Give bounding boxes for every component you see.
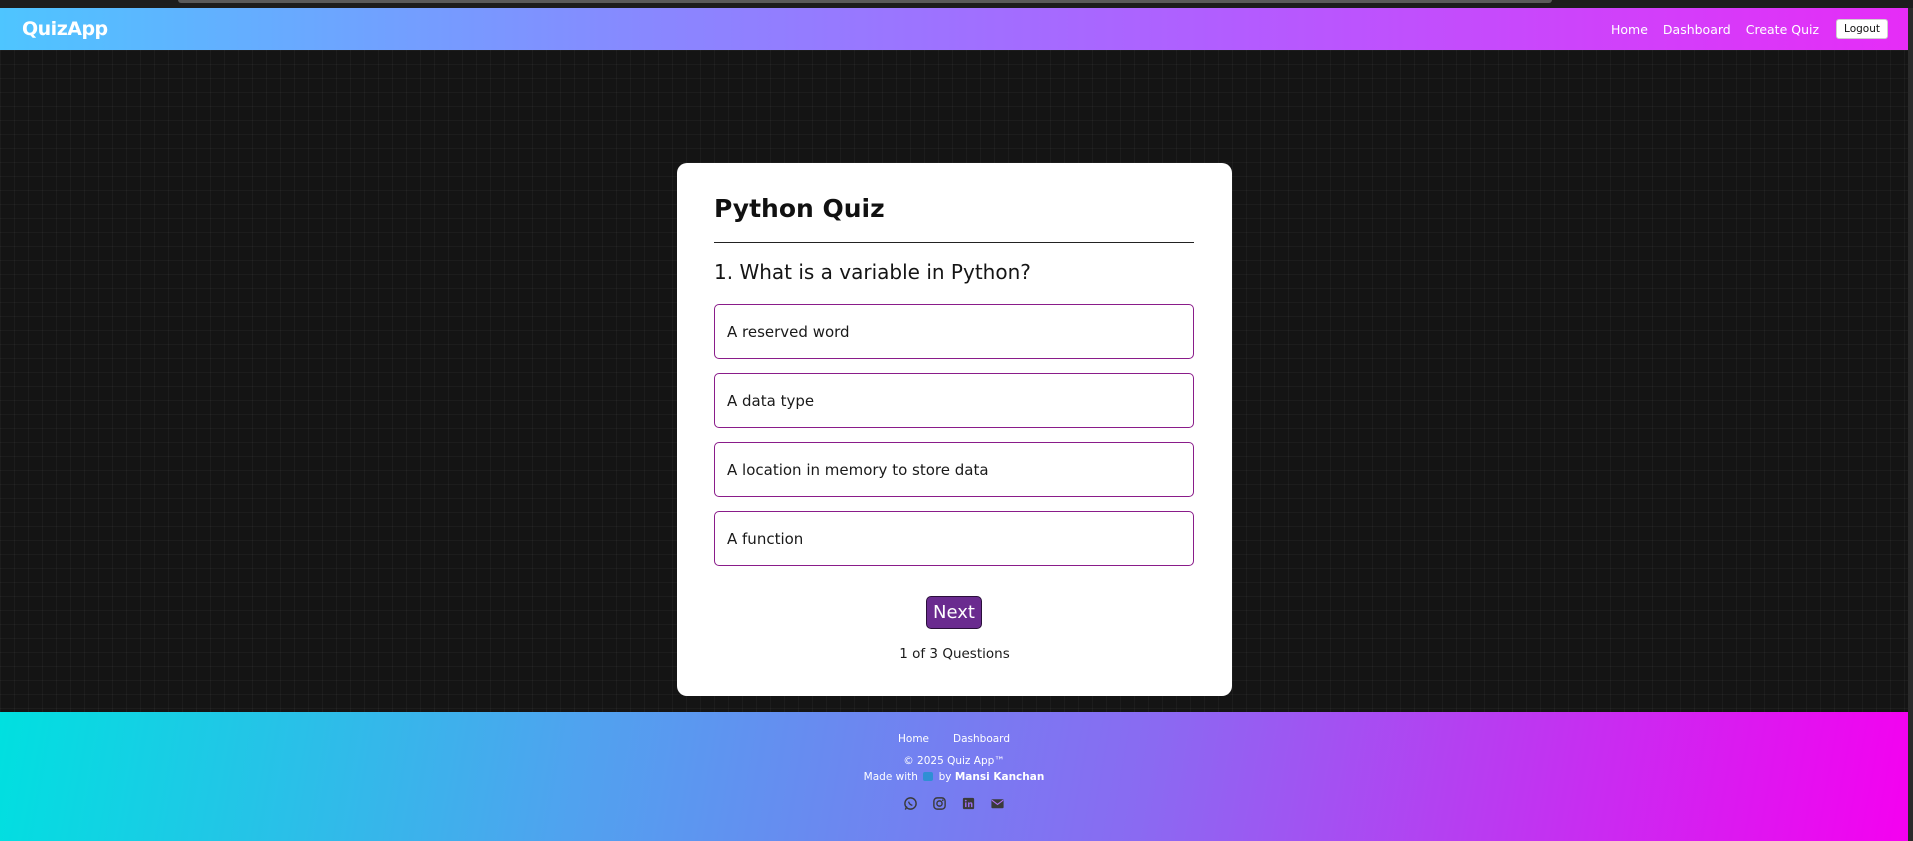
social-links bbox=[0, 796, 1908, 811]
made-with-line: Made with by Mansi Kanchan bbox=[0, 771, 1908, 783]
quiz-card: Python Quiz 1. What is a variable in Pyt… bbox=[677, 163, 1232, 696]
nav-link-home[interactable]: Home bbox=[1611, 22, 1648, 37]
option-4[interactable]: A function bbox=[714, 511, 1194, 566]
options-list: A reserved word A data type A location i… bbox=[714, 304, 1194, 580]
nav-link-dashboard[interactable]: Dashboard bbox=[1663, 22, 1731, 37]
navbar: QuizApp Home Dashboard Create Quiz Logou… bbox=[0, 8, 1908, 50]
browser-top-strip bbox=[0, 0, 1913, 8]
mail-icon[interactable] bbox=[990, 796, 1005, 811]
footer-links: Home Dashboard bbox=[0, 733, 1908, 745]
logout-button[interactable]: Logout bbox=[1836, 19, 1888, 39]
instagram-icon[interactable] bbox=[932, 796, 947, 811]
browser-address-edge bbox=[178, 0, 1552, 3]
nav-link-create-quiz[interactable]: Create Quiz bbox=[1746, 22, 1819, 37]
whatsapp-icon[interactable] bbox=[903, 796, 918, 811]
quiz-title: Python Quiz bbox=[714, 194, 885, 223]
option-2[interactable]: A data type bbox=[714, 373, 1194, 428]
next-button[interactable]: Next bbox=[926, 596, 982, 629]
made-with-prefix: Made with bbox=[863, 771, 918, 783]
linkedin-icon[interactable] bbox=[961, 796, 976, 811]
footer-link-home[interactable]: Home bbox=[898, 733, 929, 745]
copyright-text: © 2025 Quiz App™ bbox=[903, 755, 1005, 767]
footer-link-dashboard[interactable]: Dashboard bbox=[953, 733, 1010, 745]
heart-icon bbox=[923, 772, 934, 781]
question-progress: 1 of 3 Questions bbox=[899, 646, 1010, 662]
question-text: 1. What is a variable in Python? bbox=[714, 260, 1031, 284]
option-3[interactable]: A location in memory to store data bbox=[714, 442, 1194, 497]
author-name: Mansi Kanchan bbox=[954, 771, 1045, 783]
scrollbar-track[interactable] bbox=[1908, 8, 1913, 841]
footer: Home Dashboard © 2025 Quiz App™ Made wit… bbox=[0, 712, 1908, 841]
title-divider bbox=[714, 242, 1194, 243]
option-1[interactable]: A reserved word bbox=[714, 304, 1194, 359]
made-with-by: by bbox=[938, 771, 952, 783]
nav-links: Home Dashboard Create Quiz Logout bbox=[1596, 19, 1888, 39]
brand-logo[interactable]: QuizApp bbox=[22, 18, 108, 40]
main-area: Python Quiz 1. What is a variable in Pyt… bbox=[0, 50, 1908, 712]
